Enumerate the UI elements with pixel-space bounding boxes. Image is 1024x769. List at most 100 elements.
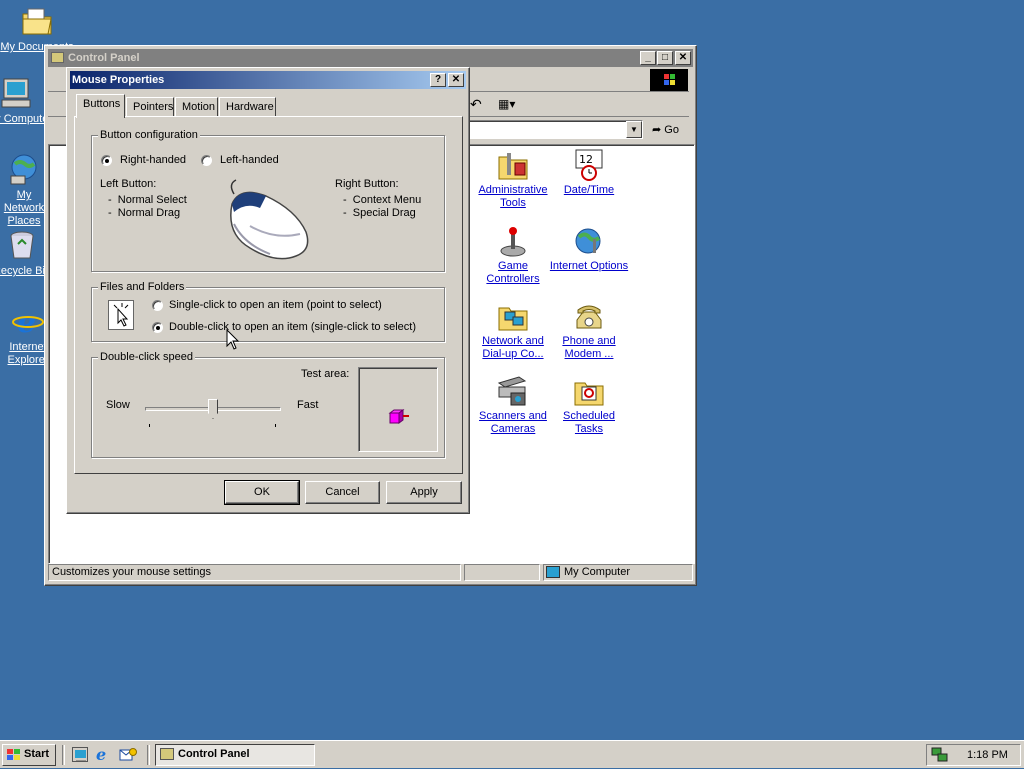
phone-icon <box>573 300 605 332</box>
ie-quick-launch-icon[interactable]: e <box>96 745 106 764</box>
control-panel-title: Control Panel <box>68 52 140 64</box>
tab-pointers[interactable]: Pointers <box>126 97 174 117</box>
desktop-icon-label: My Computer <box>0 113 53 125</box>
windows-logo-icon <box>650 69 688 91</box>
right-handed-label[interactable]: Right-handed <box>120 154 186 166</box>
tab-hardware[interactable]: Hardware <box>219 97 276 117</box>
test-area-label: Test area: <box>301 368 350 380</box>
clock[interactable]: 1:18 PM <box>967 749 1008 761</box>
single-click-label[interactable]: Single-click to open an item (point to s… <box>169 299 382 311</box>
task-control-panel[interactable]: Control Panel <box>155 744 315 766</box>
tab-motion[interactable]: Motion <box>175 97 218 117</box>
cp-item-game-controllers[interactable]: Game Controllers <box>473 225 553 286</box>
button-config-group: Button configuration Right-handed Left-h… <box>91 129 445 272</box>
start-label: Start <box>24 748 50 760</box>
slider-thumb[interactable] <box>208 399 218 419</box>
slow-label: Slow <box>106 399 130 411</box>
close-button[interactable]: ✕ <box>675 51 691 65</box>
cp-item-label: Administrative Tools <box>478 184 548 209</box>
mouse-properties-dialog: Mouse Properties ? ✕ Buttons Pointers Mo… <box>66 67 470 514</box>
tab-panel-buttons: Button configuration Right-handed Left-h… <box>74 116 463 474</box>
outlook-quick-launch-icon[interactable] <box>119 747 137 762</box>
pointer-click-icon <box>108 300 134 330</box>
cp-item-network-dialup[interactable]: Network and Dial-up Co... <box>473 300 553 361</box>
views-icon[interactable]: ▦▾ <box>498 97 515 111</box>
computer-icon <box>546 566 560 578</box>
slider-tick <box>275 424 276 427</box>
apply-button[interactable]: Apply <box>386 481 462 504</box>
slider-tick <box>149 424 150 427</box>
go-button[interactable]: ➦ Go <box>652 121 679 139</box>
cp-item-label: Internet Options <box>549 260 629 272</box>
double-click-speed-group: Double-click speed Slow Fast Test area: <box>91 351 445 458</box>
double-click-radio[interactable] <box>152 322 163 333</box>
test-area[interactable] <box>358 367 438 452</box>
cp-item-label: Scanners and Cameras <box>479 410 547 435</box>
scheduled-tasks-icon <box>573 375 605 407</box>
svg-text:e: e <box>17 305 36 338</box>
close-button[interactable]: ✕ <box>448 73 464 87</box>
help-button[interactable]: ? <box>430 73 446 87</box>
clock-icon: 12 <box>573 149 605 181</box>
go-label: Go <box>664 124 679 136</box>
fast-label: Fast <box>297 399 319 411</box>
right-button-item: - Special Drag <box>343 207 416 219</box>
dialog-titlebar[interactable]: Mouse Properties ? ✕ <box>70 71 466 89</box>
ie-icon: e <box>11 304 45 340</box>
tab-buttons[interactable]: Buttons <box>76 94 125 118</box>
maximize-button[interactable]: □ <box>657 51 673 65</box>
status-zone-label: My Computer <box>564 566 631 578</box>
double-click-label[interactable]: Double-click to open an item (single-cli… <box>169 321 416 333</box>
control-panel-title-icon <box>51 52 64 63</box>
dropdown-arrow-icon[interactable]: ▼ <box>626 121 642 138</box>
files-folders-group: Files and Folders Single-click to open a… <box>91 281 445 342</box>
cp-item-scanners-cameras[interactable]: Scanners and Cameras <box>473 375 553 436</box>
address-input[interactable]: ▼ <box>468 120 643 139</box>
start-button[interactable]: Start <box>2 744 56 766</box>
speed-slider[interactable] <box>145 399 281 430</box>
task-label: Control Panel <box>178 748 250 760</box>
network-icon <box>7 152 41 186</box>
status-blank <box>464 564 540 581</box>
desktop-icon-my-computer[interactable]: My Computer <box>0 76 53 126</box>
cp-item-phone-modem[interactable]: Phone and Modem ... <box>549 300 629 361</box>
show-desktop-icon[interactable] <box>72 747 88 762</box>
right-handed-radio[interactable] <box>101 155 112 166</box>
left-handed-label[interactable]: Left-handed <box>220 154 279 166</box>
single-click-radio[interactable] <box>152 300 163 311</box>
left-button-title: Left Button: <box>100 178 157 190</box>
cp-item-internet-options[interactable]: Internet Options <box>549 225 629 273</box>
scanner-icon <box>497 375 529 407</box>
tasks-separator <box>147 745 150 765</box>
system-tray: 1:18 PM <box>926 744 1021 766</box>
svg-text:12: 12 <box>579 153 593 166</box>
cp-item-administrative-tools[interactable]: Administrative Tools <box>473 149 553 210</box>
mouse-illustration-icon <box>220 174 316 266</box>
joystick-icon <box>497 225 529 257</box>
admin-tools-icon <box>497 149 529 181</box>
status-text: Customizes your mouse settings <box>48 564 461 581</box>
cp-item-date-time[interactable]: 12 Date/Time <box>549 149 629 197</box>
group-legend: Double-click speed <box>98 351 195 363</box>
left-handed-radio[interactable] <box>201 155 212 166</box>
cp-item-label: Network and Dial-up Co... <box>482 335 544 360</box>
folder-icon <box>20 4 54 38</box>
network-tray-icon[interactable] <box>931 747 949 763</box>
control-panel-icon <box>160 748 174 760</box>
network-folder-icon <box>497 300 529 332</box>
dialog-title: Mouse Properties <box>72 74 165 86</box>
left-button-item: - Normal Select <box>108 194 187 206</box>
control-panel-titlebar[interactable]: Control Panel _ □ ✕ <box>48 49 693 67</box>
globe-icon <box>573 225 605 257</box>
undo-icon[interactable]: ↶ <box>470 96 482 113</box>
status-zone: My Computer <box>543 564 693 581</box>
ok-button[interactable]: OK <box>224 480 300 505</box>
cp-item-label: Date/Time <box>563 184 615 196</box>
right-button-title: Right Button: <box>335 178 399 190</box>
jack-in-box-icon <box>388 408 412 426</box>
cancel-button[interactable]: Cancel <box>305 481 380 504</box>
cp-item-scheduled-tasks[interactable]: Scheduled Tasks <box>549 375 629 436</box>
status-bar: Customizes your mouse settings My Comput… <box>48 562 693 582</box>
minimize-button[interactable]: _ <box>640 51 656 65</box>
cp-item-label: Phone and Modem ... <box>562 335 616 360</box>
